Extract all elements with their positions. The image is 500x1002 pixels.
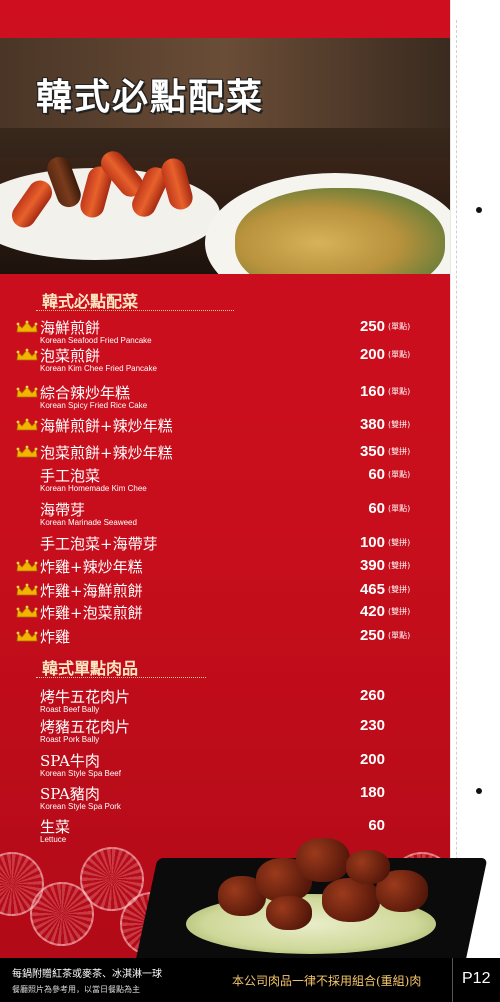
item-name: 海帶芽 xyxy=(40,501,86,519)
item-price: 350 xyxy=(359,443,385,460)
item-name: 泡菜煎餅+辣炒年糕 xyxy=(40,444,173,462)
crown-icon xyxy=(16,319,38,333)
menu-item: SPA牛肉 Korean Style Spa Beef 200 xyxy=(0,750,450,780)
item-price: 420 xyxy=(359,603,385,620)
item-price: 390 xyxy=(359,557,385,574)
cut-line xyxy=(456,20,457,950)
menu-page: 韓式必點配菜 韓式必點配菜 海鮮煎餅 Korean Seafood Fried Pa… xyxy=(0,0,500,1002)
item-portion-note: (單點) xyxy=(388,322,411,331)
item-portion-note: (雙拼) xyxy=(388,607,411,616)
crown-icon xyxy=(16,628,38,642)
item-price: 230 xyxy=(359,717,385,734)
item-english-name: Korean Kim Chee Fried Pancake xyxy=(40,364,157,373)
item-price: 60 xyxy=(368,466,385,483)
item-portion-note: (單點) xyxy=(388,470,411,479)
item-name: 海鮮煎餅 xyxy=(40,319,101,337)
item-price: 200 xyxy=(359,346,385,363)
item-price: 60 xyxy=(368,500,385,517)
crown-icon xyxy=(16,604,38,618)
item-name: 生菜 xyxy=(40,818,71,836)
item-price: 465 xyxy=(359,581,385,598)
item-name: 炸雞+辣炒年糕 xyxy=(40,558,143,576)
item-name: SPA豬肉 xyxy=(40,785,100,803)
item-english-name: Korean Seafood Fried Pancake xyxy=(40,336,152,345)
footer-meat-statement: 本公司肉品一律不採用組合(重組)肉 xyxy=(232,974,422,988)
item-name: 炸雞+海鮮煎餅 xyxy=(40,582,143,600)
item-name: 手工泡菜+海帶芽 xyxy=(40,535,158,553)
item-english-name: Korean Marinade Seaweed xyxy=(40,518,137,527)
crown-icon xyxy=(16,347,38,361)
binding-tab-strip xyxy=(450,0,500,958)
page-number: P12 xyxy=(462,970,491,987)
crown-icon xyxy=(16,417,38,431)
section-title: 韓式必點配菜 xyxy=(42,292,139,311)
item-portion-note: (雙拼) xyxy=(388,538,411,547)
item-price: 250 xyxy=(359,627,385,644)
menu-item: 綜合辣炒年糕 Korean Spicy Fried Rice Cake 160 (單點… xyxy=(0,382,450,412)
footer-photo-disclaimer: 餐廳照片為參考用，以當日餐點為主 xyxy=(12,985,140,994)
menu-item: 炸雞 250 (單點) xyxy=(0,626,450,656)
menu-item: 海鮮煎餅 Korean Seafood Fried Pancake 250 (單點) xyxy=(0,317,450,347)
crown-icon xyxy=(16,558,38,572)
menu-item: 泡菜煎餅 Korean Kim Chee Fried Pancake 200 (單點) xyxy=(0,345,450,375)
item-name: 手工泡菜 xyxy=(40,467,101,485)
item-english-name: Korean Homemade Kim Chee xyxy=(40,484,147,493)
footer-gift-note: 每鍋附贈紅茶或麥茶、冰淇淋一球 xyxy=(12,969,162,980)
item-price: 260 xyxy=(359,687,385,704)
crown-icon xyxy=(16,384,38,398)
binding-dot xyxy=(476,207,482,213)
item-price: 200 xyxy=(359,751,385,768)
item-name: SPA牛肉 xyxy=(40,752,100,770)
section-divider xyxy=(36,310,234,311)
item-name: 烤豬五花肉片 xyxy=(40,718,131,736)
crown-icon xyxy=(16,582,38,596)
section-title: 韓式單點肉品 xyxy=(42,659,139,678)
binding-dot xyxy=(476,788,482,794)
menu-item: 海帶芽 Korean Marinade Seaweed 60 (單點) xyxy=(0,499,450,529)
item-price: 60 xyxy=(368,817,385,834)
item-price: 180 xyxy=(359,784,385,801)
fried-chicken-dish xyxy=(134,838,488,970)
item-portion-note: (雙拼) xyxy=(388,420,411,429)
item-price: 160 xyxy=(359,383,385,400)
menu-item: 烤牛五花肉片 Roast Beef Bally 260 xyxy=(0,686,450,716)
item-name: 泡菜煎餅 xyxy=(40,347,101,365)
item-price: 380 xyxy=(359,416,385,433)
item-name: 炸雞 xyxy=(40,628,71,646)
item-portion-note: (單點) xyxy=(388,631,411,640)
item-name: 綜合辣炒年糕 xyxy=(40,384,131,402)
item-price: 100 xyxy=(359,534,385,551)
page-title: 韓式必點配菜 xyxy=(36,77,265,118)
item-english-name: Korean Style Spa Beef xyxy=(40,769,121,778)
seafood-pancake xyxy=(235,188,445,274)
item-portion-note: (雙拼) xyxy=(388,447,411,456)
menu-item: 手工泡菜 Korean Homemade Kim Chee 60 (單點) xyxy=(0,465,450,495)
menu-item: SPA豬肉 Korean Style Spa Pork 180 xyxy=(0,783,450,813)
item-english-name: Korean Spicy Fried Rice Cake xyxy=(40,401,148,410)
item-name: 海鮮煎餅+辣炒年糕 xyxy=(40,417,173,435)
menu-item: 烤豬五花肉片 Roast Pork Bally 230 xyxy=(0,716,450,746)
menu-item: 海鮮煎餅+辣炒年糕 380 (雙拼) xyxy=(0,415,450,445)
crown-icon xyxy=(16,444,38,458)
section-divider xyxy=(36,677,206,678)
item-english-name: Roast Pork Bally xyxy=(40,735,100,744)
item-english-name: Roast Beef Bally xyxy=(40,705,100,714)
item-portion-note: (單點) xyxy=(388,504,411,513)
item-portion-note: (雙拼) xyxy=(388,561,411,570)
item-name: 炸雞+泡菜煎餅 xyxy=(40,604,143,622)
footer-bar: 每鍋附贈紅茶或麥茶、冰淇淋一球 餐廳照片為參考用，以當日餐點為主 本公司肉品一律… xyxy=(0,958,500,1002)
item-name: 烤牛五花肉片 xyxy=(40,688,131,706)
item-price: 250 xyxy=(359,318,385,335)
item-portion-note: (雙拼) xyxy=(388,585,411,594)
item-portion-note: (單點) xyxy=(388,387,411,396)
item-portion-note: (單點) xyxy=(388,350,411,359)
item-english-name: Korean Style Spa Pork xyxy=(40,802,121,811)
